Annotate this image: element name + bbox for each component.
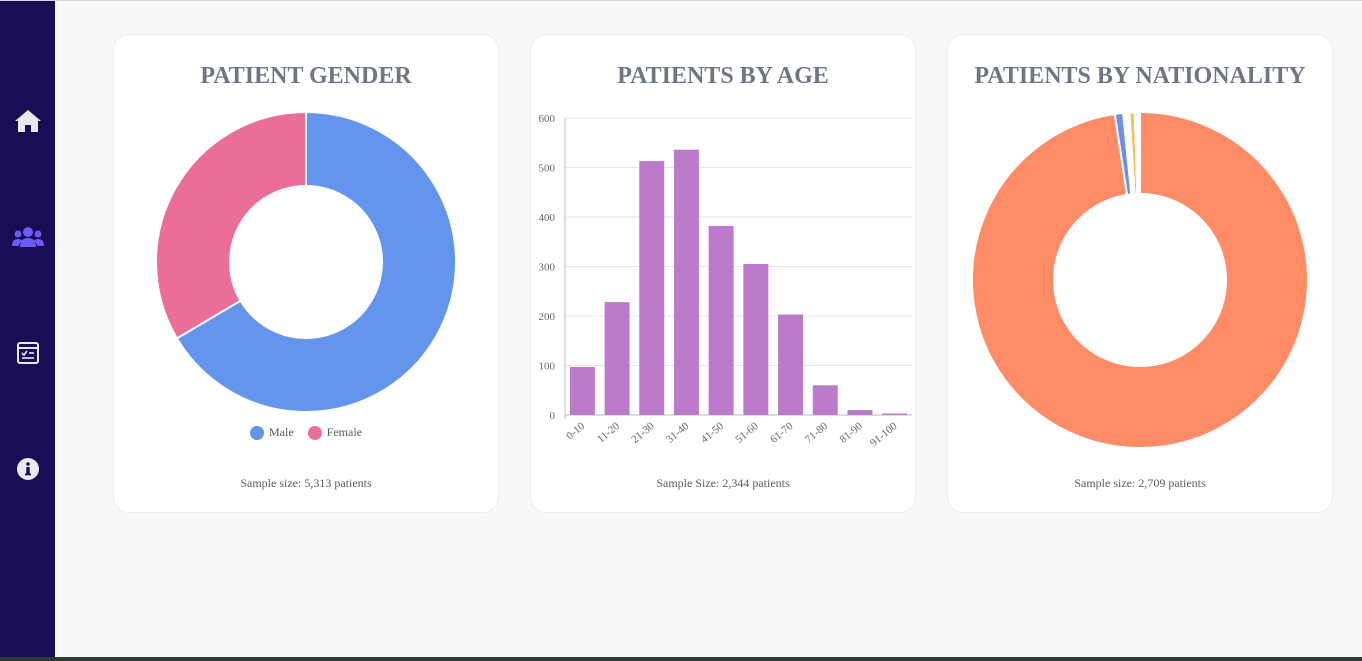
users-icon — [11, 227, 44, 247]
bar-91-100[interactable] — [882, 413, 908, 415]
bar-11-20[interactable] — [604, 302, 630, 415]
y-tick-label: 0 — [550, 410, 556, 422]
x-tick-label: 91-100 — [868, 420, 900, 450]
legend-swatch-male — [250, 425, 264, 440]
legend-label-female: Female — [326, 425, 362, 439]
x-tick-label: 11-20 — [595, 420, 622, 446]
x-tick-label: 61-70 — [768, 420, 796, 446]
bar-41-50[interactable] — [708, 225, 734, 415]
bar-31-40[interactable] — [673, 149, 699, 415]
age-bar-chart: 0 100 200 300 400 500 600 0-10 11-20 21-30 31-40 41… — [539, 113, 912, 450]
gender-card: PATIENT GENDER Male Female Sample size: … — [113, 34, 499, 513]
y-tick-label: 200 — [539, 311, 556, 323]
y-tick-label: 300 — [539, 262, 556, 274]
y-tick-label: 500 — [539, 163, 556, 175]
gender-legend: Male Female — [114, 425, 498, 440]
y-tick-label: 100 — [539, 361, 556, 373]
sample-size-text: Sample size: 2,709 patients — [1074, 476, 1206, 490]
nationality-doughnut-chart — [971, 110, 1309, 449]
y-tick-label: 600 — [539, 113, 556, 125]
legend-item-male[interactable]: Male — [250, 425, 294, 440]
info-icon — [16, 458, 39, 480]
bar-71-80[interactable] — [812, 385, 838, 415]
nationality-card: PATIENTS BY NATIONALITY Sample size: 2,7… — [947, 34, 1333, 513]
x-tick-label: 51-60 — [733, 420, 761, 446]
legend-item-female[interactable]: Female — [307, 425, 362, 440]
gender-doughnut-chart — [155, 110, 457, 413]
legend-label-male: Male — [269, 425, 294, 439]
sidebar — [0, 1, 55, 658]
sample-size-text: Sample Size: 2,344 patients — [656, 476, 790, 490]
nav-info[interactable] — [0, 451, 55, 487]
bar-81-90[interactable] — [847, 410, 873, 415]
x-tick-label: 41-50 — [699, 420, 727, 446]
x-tick-label: 31-40 — [664, 420, 692, 446]
home-icon — [14, 110, 41, 132]
nav-reports[interactable] — [0, 335, 55, 371]
bar-0-10[interactable] — [569, 366, 595, 415]
gender-slice-female[interactable] — [155, 110, 307, 340]
x-tick-label: 0-10 — [564, 420, 588, 442]
nav-patients[interactable] — [0, 219, 55, 255]
bottom-strip — [0, 657, 1362, 661]
x-tick-label: 21-30 — [629, 420, 657, 446]
bar-51-60[interactable] — [743, 264, 769, 415]
age-card: PATIENTS BY AGE 0 100 200 300 400 500 600 0-10 1… — [530, 34, 916, 513]
sample-size-text: Sample size: 5,313 patients — [240, 476, 372, 490]
report-icon — [16, 342, 39, 364]
nav-home[interactable] — [0, 103, 55, 139]
legend-swatch-female — [307, 425, 322, 440]
bar-21-30[interactable] — [639, 161, 665, 415]
x-tick-label: 71-80 — [803, 420, 831, 446]
bar-61-70[interactable] — [778, 314, 804, 415]
y-tick-label: 400 — [539, 212, 556, 224]
x-tick-label: 81-90 — [837, 420, 865, 446]
